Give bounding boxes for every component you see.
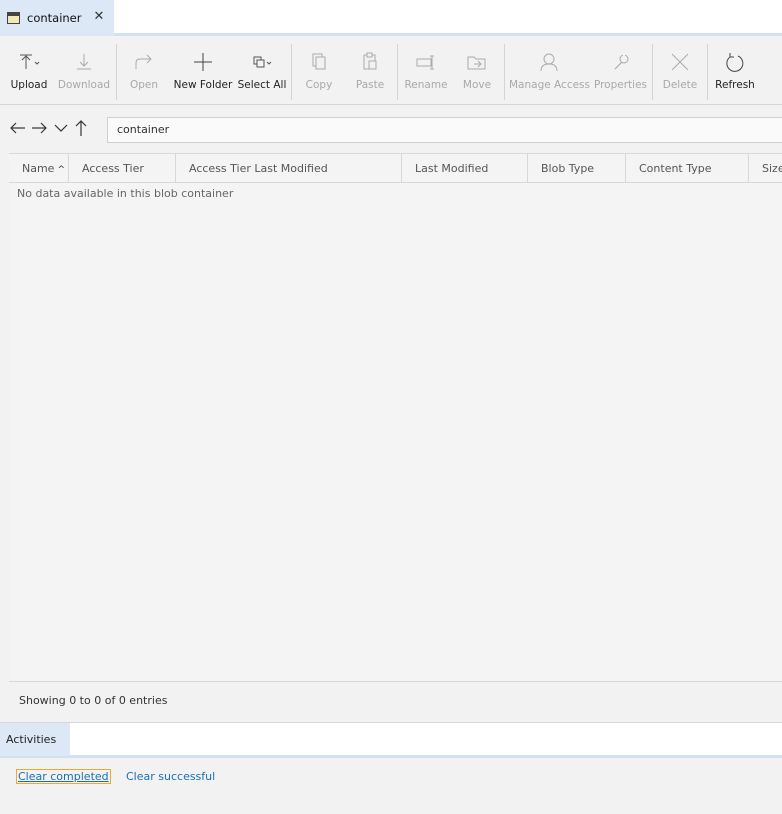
refresh-icon: [726, 53, 744, 72]
download-icon: [77, 54, 91, 70]
toolbar-separator: [397, 44, 398, 100]
column-header-content-type[interactable]: Content Type: [626, 154, 749, 183]
plus-icon: [194, 53, 212, 71]
upload-icon: [20, 54, 40, 69]
paste-label: Paste: [355, 79, 385, 91]
delete-x-icon: [671, 53, 689, 71]
copy-icon: [312, 53, 326, 70]
tab-container[interactable]: container ✕: [0, 0, 114, 36]
container-icon: [7, 12, 20, 24]
column-label: Name: [22, 162, 55, 175]
activities-panel: Clear completed Clear successful: [0, 758, 782, 814]
select-all-button[interactable]: Select All: [237, 39, 287, 105]
delete-button[interactable]: Delete: [657, 39, 703, 105]
column-header-last-modified[interactable]: Last Modified: [402, 154, 528, 183]
copy-label: Copy: [305, 79, 333, 91]
wrench-icon: [614, 54, 628, 70]
storage-explorer-window: container ✕ Upload Download Open New Fol…: [0, 0, 782, 814]
back-arrow-icon[interactable]: [9, 118, 27, 138]
tab-activities[interactable]: Activities: [0, 723, 70, 756]
forward-arrow-icon[interactable]: [30, 118, 48, 138]
clear-completed-link[interactable]: Clear completed: [16, 769, 111, 784]
select-all-label: Select All: [237, 79, 287, 91]
sort-ascending-icon: ^: [57, 165, 65, 175]
toolbar: Upload Download Open New Folder Select A…: [0, 39, 782, 105]
entries-count: Showing 0 to 0 of 0 entries: [19, 694, 168, 707]
upload-label: Upload: [10, 79, 48, 91]
path-input[interactable]: container: [107, 117, 782, 143]
column-header-access-tier-last-modified[interactable]: Access Tier Last Modified: [176, 154, 402, 183]
rename-button[interactable]: Rename: [402, 39, 450, 105]
select-all-icon: [253, 56, 272, 68]
properties-button[interactable]: Properties: [593, 39, 648, 105]
rename-label: Rename: [404, 79, 448, 91]
toolbar-separator: [116, 44, 117, 100]
properties-label: Properties: [593, 79, 648, 91]
table-footer: Showing 0 to 0 of 0 entries: [9, 681, 782, 722]
tab-bar: container ✕: [0, 0, 782, 36]
open-arrow-icon: [135, 54, 152, 69]
download-button[interactable]: Download: [57, 39, 111, 105]
close-icon[interactable]: ✕: [93, 10, 105, 24]
paste-icon: [363, 52, 377, 70]
open-label: Open: [129, 79, 159, 91]
table-header: Name ^ Access Tier Access Tier Last Modif…: [9, 153, 782, 183]
toolbar-separator: [707, 44, 708, 100]
move-folder-icon: [467, 56, 486, 70]
toolbar-separator: [291, 44, 292, 100]
empty-table-message: No data available in this blob container: [17, 187, 234, 200]
new-folder-button[interactable]: New Folder: [173, 39, 233, 105]
move-button[interactable]: Move: [454, 39, 500, 105]
copy-button[interactable]: Copy: [296, 39, 342, 105]
column-header-size[interactable]: Size: [749, 154, 782, 183]
new-folder-label: New Folder: [173, 79, 233, 91]
paste-button[interactable]: Paste: [347, 39, 393, 105]
download-label: Download: [57, 79, 111, 91]
clear-successful-link[interactable]: Clear successful: [126, 770, 215, 783]
column-header-access-tier[interactable]: Access Tier: [69, 154, 176, 183]
toolbar-separator: [504, 44, 505, 100]
refresh-label: Refresh: [715, 79, 755, 91]
open-button[interactable]: Open: [121, 39, 167, 105]
activities-bar: Activities: [0, 722, 782, 758]
delete-label: Delete: [662, 79, 698, 91]
manage-access-button[interactable]: Manage Access: [509, 39, 590, 105]
blob-table: Name ^ Access Tier Access Tier Last Modif…: [9, 153, 782, 681]
toolbar-separator: [652, 44, 653, 100]
navigation-row: container: [0, 110, 782, 148]
move-label: Move: [462, 79, 492, 91]
user-icon: [540, 53, 558, 72]
tab-title: container: [27, 11, 82, 25]
column-header-blob-type[interactable]: Blob Type: [528, 154, 626, 183]
upload-button[interactable]: Upload: [6, 39, 52, 105]
manage-access-label: Manage Access: [509, 79, 590, 91]
rename-icon: [416, 55, 434, 70]
column-header-name[interactable]: Name ^: [9, 154, 69, 183]
up-arrow-icon[interactable]: [72, 118, 90, 138]
refresh-button[interactable]: Refresh: [712, 39, 758, 105]
chevron-down-icon[interactable]: [52, 118, 70, 138]
